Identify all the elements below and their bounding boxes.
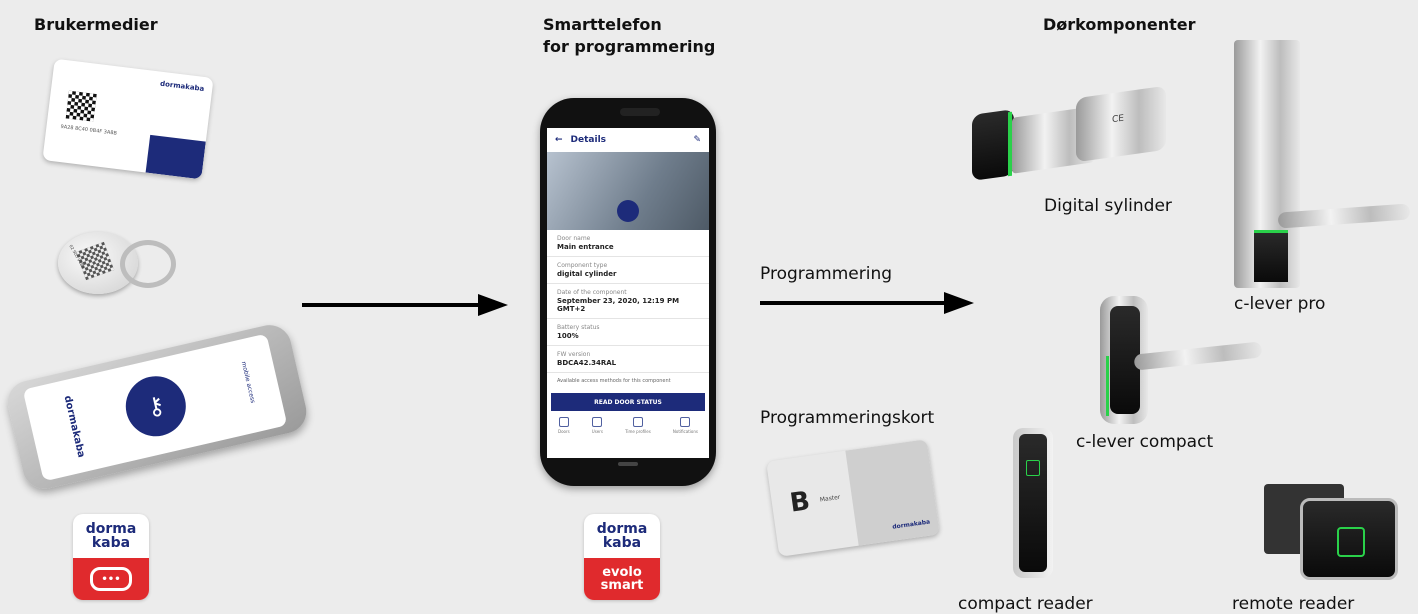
door-icon [558, 417, 569, 427]
nav-label: Time profiles [625, 429, 651, 434]
detail-value: 100% [557, 332, 579, 340]
user-phone: ⚷ dormakaba mobile access [3, 320, 311, 494]
compact-reader-panel [1019, 434, 1047, 572]
arrow-left-head [478, 294, 508, 316]
user-card: dormakaba 9A28 8C40 0B4F 3A8B [42, 58, 214, 180]
card-id-text: 9A28 8C40 0B4F 3A8B [60, 123, 118, 137]
key-ring [120, 240, 176, 288]
c-lever-pro [1234, 40, 1414, 290]
programming-phone: ← Details ✎ Door name Main entrance Comp… [540, 98, 716, 486]
nav-users[interactable]: Users [592, 417, 603, 434]
arrow-left-line [302, 303, 480, 307]
qr-code-icon [65, 90, 97, 122]
remote-reader-panel [1300, 498, 1398, 580]
logo-brand-line1: dorma [85, 521, 137, 537]
user-icon [592, 417, 603, 427]
digital-cylinder: CE [972, 85, 1180, 181]
screen-title: Details [570, 135, 607, 145]
nav-doors[interactable]: Doors [558, 417, 570, 434]
remote-reader [1264, 484, 1400, 580]
clock-icon [632, 417, 643, 427]
speaker-grille [620, 108, 660, 116]
access-methods-text: Available access methods for this compon… [557, 378, 671, 384]
key-icon: ⚷ [119, 370, 192, 443]
compact-reader-label: compact reader [958, 594, 1093, 614]
detail-row: Component type digital cylinder [547, 257, 709, 284]
detail-label: Door name [557, 235, 591, 242]
dormakaba-app-logo: dorma kaba ••• [73, 514, 149, 600]
lever-compact-led [1106, 356, 1109, 416]
lever-pro-reader [1254, 232, 1288, 282]
logo-brand-line2: kaba [602, 535, 642, 551]
reader-led-square [1337, 527, 1365, 557]
detail-label: Date of the component [557, 289, 627, 296]
card-brand-text: dormakaba [159, 79, 205, 94]
bell-icon [680, 417, 691, 427]
logo-brand-line2: kaba [91, 535, 131, 551]
card-word: Master [819, 493, 841, 504]
detail-label: FW version [557, 351, 591, 358]
lock-icon [617, 200, 639, 222]
lever-compact-handle [1133, 341, 1263, 371]
nav-label: Users [591, 429, 603, 434]
read-door-status-button[interactable]: READ DOOR STATUS [551, 393, 705, 411]
detail-row: Date of the component September 23, 2020… [547, 284, 709, 319]
heading-door-components: Dørkomponenter [1043, 15, 1196, 34]
door-photo [547, 152, 709, 230]
nav-label: Doors [558, 429, 570, 434]
edit-icon[interactable]: ✎ [693, 135, 701, 145]
programming-card-label: Programmeringskort [760, 408, 935, 428]
detail-row: Door name Main entrance [547, 230, 709, 257]
digital-cylinder-label: Digital sylinder [1044, 196, 1172, 216]
programming-label: Programmering [760, 264, 893, 284]
compact-reader [1013, 428, 1053, 578]
detail-value: digital cylinder [557, 270, 617, 278]
detail-row: Battery status 100% [547, 319, 709, 346]
cylinder-housing: CE [1076, 85, 1166, 163]
detail-value: September 23, 2020, 12:19 PM GMT+2 [557, 297, 680, 313]
back-arrow-icon[interactable]: ← [555, 135, 563, 145]
phone-brand-text: dormakaba [61, 394, 87, 459]
detail-label: Component type [557, 262, 608, 269]
user-phone-screen: ⚷ dormakaba mobile access [22, 333, 288, 482]
arrow-right-line [760, 301, 946, 305]
c-lever-compact [1100, 296, 1263, 426]
nav-label: Notifications [672, 429, 698, 434]
remote-reader-label: remote reader [1232, 594, 1355, 614]
evolo-smart-logo: dorma kaba evolo smart [584, 514, 660, 600]
lever-pro-led [1254, 230, 1288, 233]
reader-led-square [1026, 460, 1040, 476]
heading-smartphone: Smarttelefon for programmering [543, 15, 716, 56]
card-letter: B [788, 486, 812, 519]
logo-evolo-line2: smart [600, 578, 644, 593]
detail-row: FW version BDCA42.34RAL [547, 346, 709, 373]
heading-user-media: Brukermedier [34, 15, 158, 34]
phone-screen: ← Details ✎ Door name Main entrance Comp… [547, 128, 709, 458]
arrow-right-head [944, 292, 974, 314]
detail-label: Battery status [557, 324, 600, 331]
phone-app-text: mobile access [239, 361, 256, 404]
programming-card: B Master dormakaba [766, 439, 940, 557]
card-blue-block [145, 134, 206, 180]
c-lever-compact-label: c-lever compact [1076, 432, 1214, 452]
logo-brand-line1: dorma [596, 521, 648, 537]
ce-mark: CE [1112, 113, 1124, 126]
detail-value: Main entrance [557, 243, 614, 251]
home-indicator [618, 462, 638, 466]
key-icon: ••• [90, 567, 132, 591]
bottom-nav: Doors Users Time profiles Notifications [547, 411, 709, 434]
nav-notifications[interactable]: Notifications [673, 417, 698, 434]
detail-value: BDCA42.34RAL [557, 359, 617, 367]
nav-time-profiles[interactable]: Time profiles [625, 417, 651, 434]
